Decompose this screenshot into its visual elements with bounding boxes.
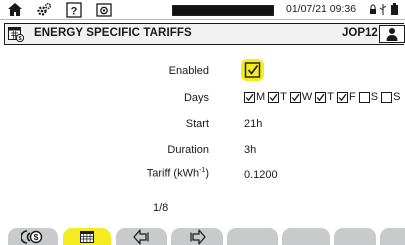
svg-text:$: $ [34,232,39,242]
tariff-label: Tariff (kWh-1) [147,167,209,180]
start-value[interactable]: 21h [244,118,262,130]
function-tab-bar: $ [0,228,405,245]
tab-empty-5[interactable] [227,228,278,245]
tab-empty-7[interactable] [334,228,376,245]
start-label: Start [185,118,209,130]
lock-icon [368,0,377,19]
check-icon [269,93,278,101]
tab-next-page[interactable] [171,228,223,245]
day-label: S [393,91,401,103]
enabled-checkbox[interactable] [241,59,264,81]
tab-empty-6[interactable] [282,228,330,245]
day-label: T [280,91,287,103]
previous-page-icon [132,229,149,244]
day-label: T [327,91,335,103]
tab-empty-8[interactable] [380,228,405,245]
day-checkbox[interactable]: T [315,91,334,103]
checkbox-box [289,91,301,103]
tariff-label-main: Tariff (kWh [146,167,200,180]
checkbox-box [268,91,280,103]
check-icon [291,93,300,101]
check-icon [245,93,254,101]
day-label: S [370,91,379,103]
day-checkbox[interactable]: S [381,91,400,103]
checkbox-box [337,91,349,103]
day-label: F [349,91,356,103]
day-checkbox[interactable]: W [289,91,313,103]
tariff-calendar-icon: $ [8,27,24,42]
calendar-icon [80,230,94,243]
svg-text:?: ? [71,5,78,17]
duration-label: Duration [167,144,209,156]
check-icon [338,93,347,101]
status-bar: ? 01/07/21 09:36 [0,0,405,20]
tariff-label-end: ) [205,167,209,180]
tab-calendar[interactable] [63,228,111,245]
checkbox-box [315,91,327,103]
page-title: ENERGY SPECIFIC TARIFFS [34,27,192,39]
day-label: M [256,91,266,103]
help-icon[interactable]: ? [64,0,84,19]
title-bar: $ ENERGY SPECIFIC TARIFFS JOP12 [4,23,405,45]
page-indicator: 1/8 [153,202,169,214]
tariff-value[interactable]: 0.1200 [244,169,278,181]
datetime: 01/07/21 09:36 [286,3,357,15]
next-page-icon [190,229,206,244]
usb-icon [378,0,387,19]
tab-previous-page[interactable] [116,228,167,245]
checkbox-box [244,91,255,103]
days-selector: MTWTFSS [244,91,403,106]
camera-icon[interactable] [94,0,114,19]
svg-text:$: $ [18,36,21,42]
duration-value[interactable]: 3h [244,144,256,156]
tab-energy-tariff[interactable]: $ [8,228,58,245]
enabled-label: Enabled [168,65,209,77]
checkbox-box [358,91,370,103]
day-checkbox[interactable]: F [337,91,356,103]
check-icon [317,93,325,101]
checkbox-box [381,91,393,103]
day-checkbox[interactable]: T [268,91,287,103]
memory-progress-bar [172,5,274,16]
day-label: W [301,91,313,103]
user-icon [386,28,398,41]
day-checkbox[interactable]: M [244,91,265,103]
energy-tariff-icon: $ [21,229,43,244]
user-button[interactable] [379,25,405,43]
battery-icon [389,0,399,19]
profile-name: JOP12 [342,27,378,39]
gear-icon[interactable] [34,0,54,19]
days-label: Days [183,92,209,104]
progress-fill [173,6,273,15]
day-checkbox[interactable]: S [358,91,379,103]
home-icon[interactable] [6,0,24,19]
